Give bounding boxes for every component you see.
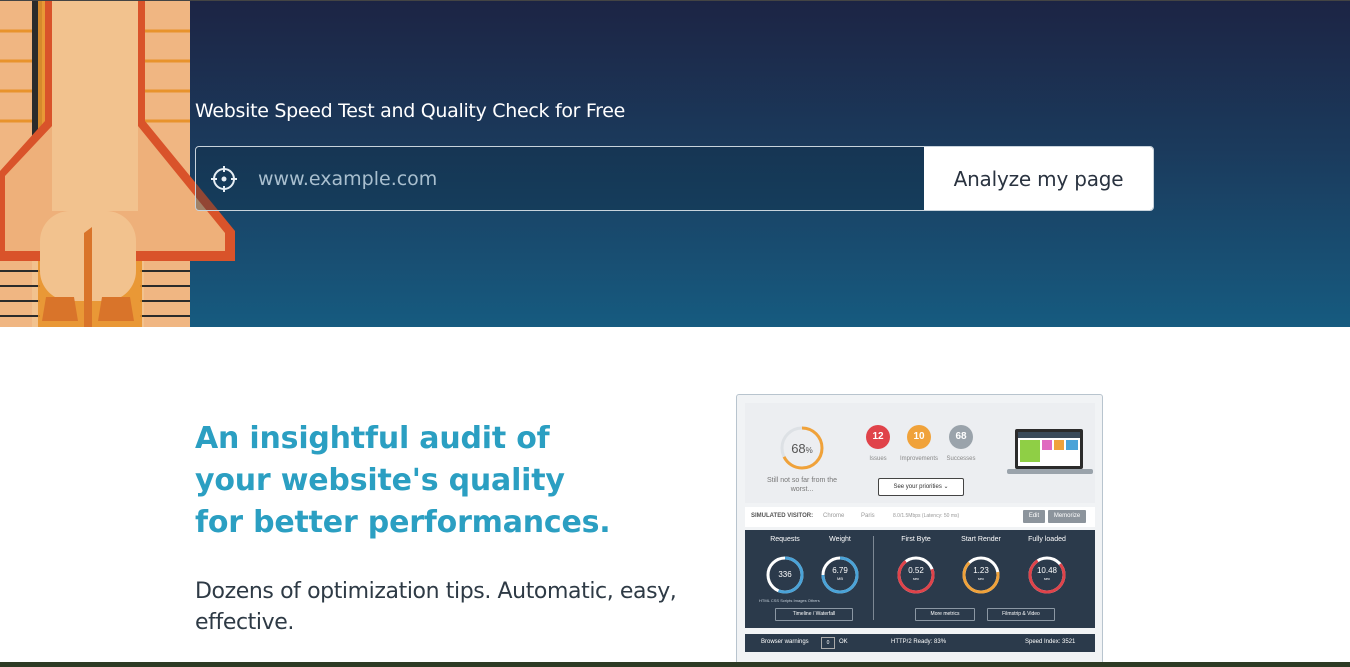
weight-unit: MB [837, 576, 843, 581]
laptop-icon [1007, 429, 1093, 474]
first-byte-unit: sec [912, 576, 920, 581]
intro-subtext: Dozens of optimization tips. Automatic, … [195, 579, 677, 635]
more-metrics-button[interactable]: More metrics [915, 608, 975, 621]
simulated-visitor-bar: SIMULATED VISITOR: Chrome Paris 8.0/1.5M… [745, 507, 1095, 527]
intro-headline: An insightful audit of your website's qu… [195, 418, 611, 544]
speed-index: Speed Index: 3521 [1025, 639, 1076, 645]
start-render-unit: sec [977, 576, 985, 581]
crosshair-icon [211, 165, 237, 192]
score-number: 68 [791, 441, 806, 456]
headline-line-2: your website's quality [195, 463, 565, 498]
first-byte-title: First Byte [901, 536, 931, 543]
headline-line-3: for better performances. [195, 505, 611, 540]
requests-value: 336 [778, 570, 792, 579]
score-unit: % [805, 446, 813, 455]
fully-loaded-value: 10.48 [1036, 566, 1058, 575]
requests-title: Requests [770, 536, 800, 543]
filmstrip-video-button[interactable]: Filmstrip & Video [987, 608, 1055, 621]
ok-label: OK [839, 639, 848, 645]
city-label: Paris [861, 513, 875, 519]
successes-badge: 68 [949, 425, 973, 449]
simulated-visitor-label: SIMULATED VISITOR: [751, 513, 814, 519]
fully-loaded-unit: sec [1043, 576, 1051, 581]
edit-button[interactable]: Edit [1023, 510, 1045, 523]
memorize-button[interactable]: Memorize [1048, 510, 1086, 523]
browser-warnings-label: Browser warnings [761, 639, 809, 645]
connection-speed: 8.0/1.5Mbps (Latency: 50 ms) [893, 513, 960, 519]
start-render-gauge [962, 556, 1000, 594]
see-priorities-button[interactable]: See your priorities ⌄ [878, 478, 964, 496]
weight-gauge [821, 556, 859, 594]
score-summary: 68% Still not so far from the worst... 1… [745, 403, 1095, 503]
browser-label: Chrome [823, 513, 845, 519]
improvements-badge: 10 [907, 425, 931, 449]
http2-ready: HTTP/2 Ready: 83% [891, 639, 947, 645]
fully-loaded-gauge [1028, 556, 1066, 594]
start-render-value: 1.23 [973, 566, 989, 575]
report-preview-screenshot: 68% Still not so far from the worst... 1… [736, 394, 1103, 667]
url-field-wrapper [196, 147, 924, 210]
analyze-button[interactable]: Analyze my page [924, 147, 1153, 210]
successes-label: Successes [946, 456, 976, 462]
issues-badge: 12 [866, 425, 890, 449]
panel-divider [873, 536, 874, 620]
url-search-form: Analyze my page [195, 146, 1154, 211]
timeline-waterfall-button[interactable]: Timeline / Waterfall [775, 608, 853, 621]
bottom-edge [0, 662, 1350, 667]
weight-title: Weight [829, 536, 851, 543]
fully-loaded-title: Fully loaded [1028, 536, 1066, 543]
request-type-legend: HTML CSS Scripts Images Others [759, 598, 820, 603]
first-byte-gauge [897, 556, 935, 594]
hero-title: Website Speed Test and Quality Check for… [195, 100, 626, 122]
metrics-panel: Requests 336 Weight 6.79 MB HTML CSS Scr… [745, 530, 1095, 628]
summary-bar: Browser warnings 0 OK HTTP/2 Ready: 83% … [745, 634, 1095, 652]
hero-banner: Website Speed Test and Quality Check for… [0, 0, 1350, 327]
score-value: 68% [779, 441, 825, 456]
score-caption: Still not so far from the worst... [766, 477, 838, 493]
weight-value: 6.79 [832, 566, 848, 575]
url-input[interactable] [258, 167, 878, 190]
headline-line-1: An insightful audit of [195, 421, 550, 456]
start-render-title: Start Render [961, 536, 1001, 543]
first-byte-value: 0.52 [908, 566, 924, 575]
browser-warnings-count: 0 [821, 637, 835, 649]
